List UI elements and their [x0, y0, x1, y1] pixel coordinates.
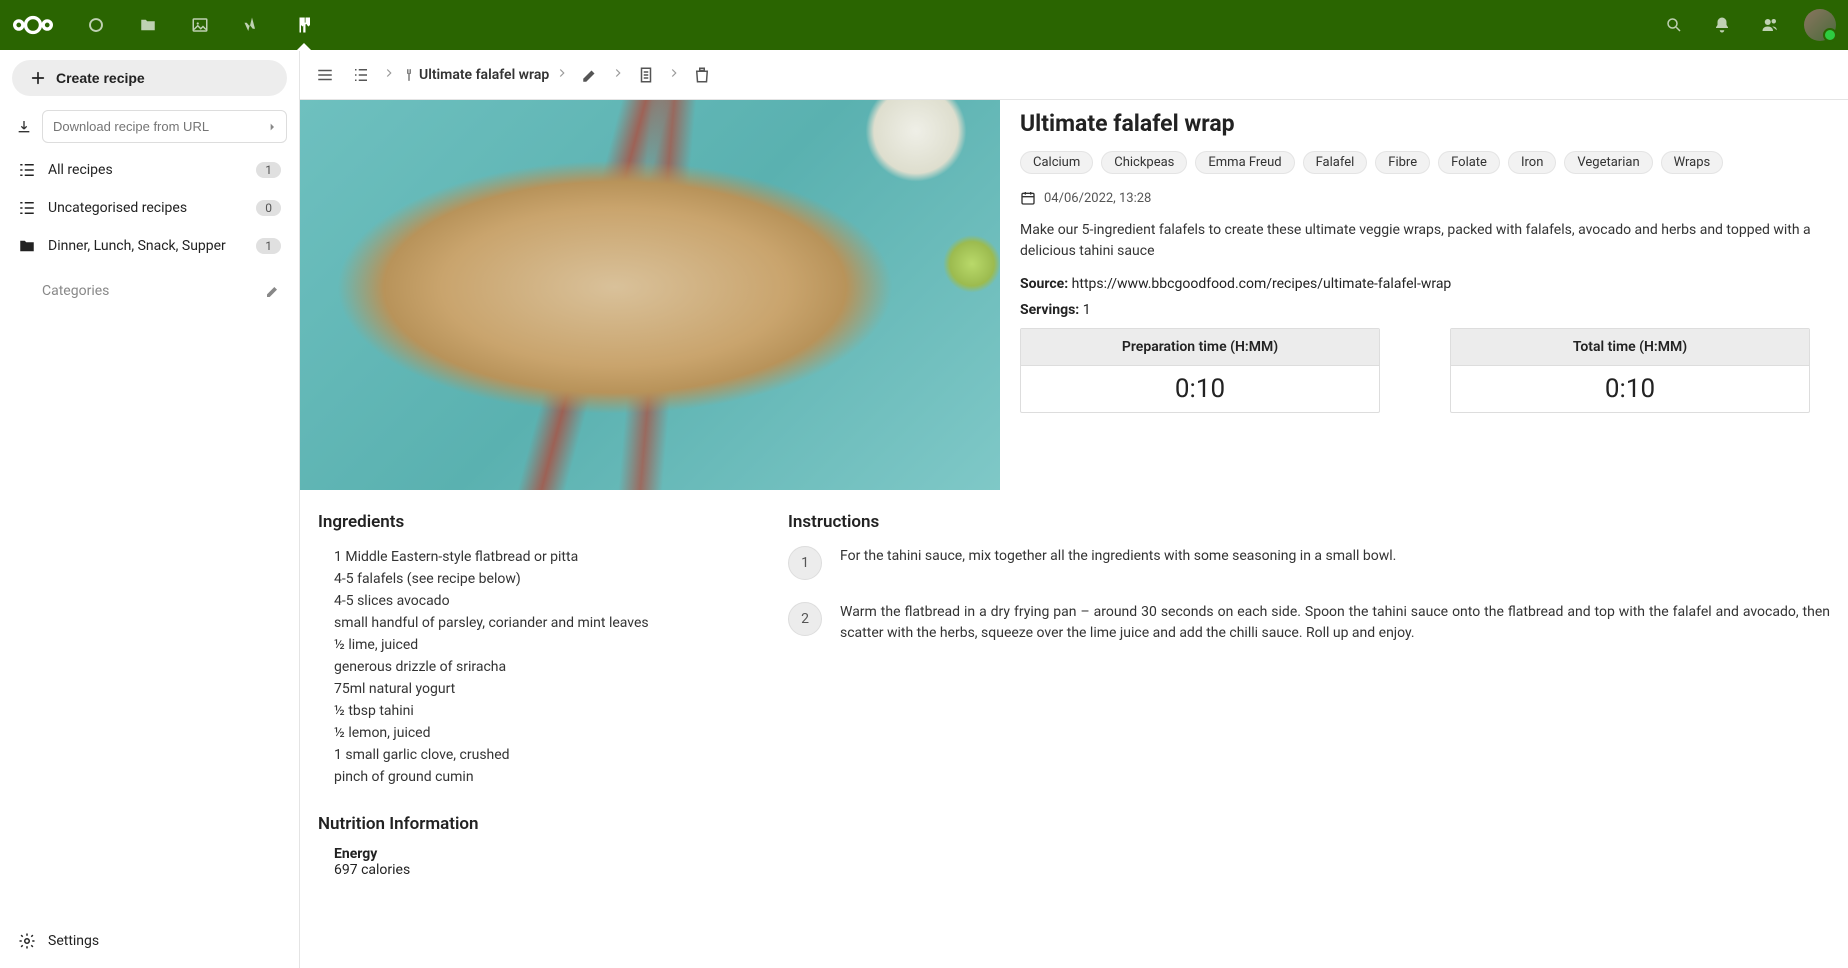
- list-icon[interactable]: [346, 60, 376, 90]
- nav-photos[interactable]: [178, 0, 222, 50]
- main-content: Ultimate falafel wrap Ultimate falafel w…: [300, 50, 1848, 968]
- nav-dashboard[interactable]: [74, 0, 118, 50]
- ingredient-item[interactable]: 1 Middle Eastern-style flatbread or pitt…: [334, 546, 758, 568]
- recipe-servings: Servings: 1: [1020, 302, 1828, 318]
- ingredients-heading: Ingredients: [318, 512, 758, 532]
- ingredient-item[interactable]: ½ lime, juiced: [334, 634, 758, 656]
- count-badge: 1: [256, 162, 281, 178]
- sidebar-category-dinner[interactable]: Dinner, Lunch, Snack, Supper 1: [8, 227, 291, 265]
- ingredient-item[interactable]: generous drizzle of sriracha: [334, 656, 758, 678]
- recipe-source: Source: https://www.bbcgoodfood.com/reci…: [1020, 276, 1828, 292]
- instructions-heading: Instructions: [788, 512, 1830, 532]
- menu-icon[interactable]: [310, 60, 340, 90]
- gear-icon: [18, 932, 36, 950]
- ingredient-item[interactable]: ½ tbsp tahini: [334, 700, 758, 722]
- settings-link[interactable]: Settings: [8, 920, 291, 962]
- ingredient-item[interactable]: 1 small garlic clove, crushed: [334, 744, 758, 766]
- nutrition-energy: Energy 697 calories: [318, 846, 758, 878]
- tag[interactable]: Calcium: [1020, 151, 1093, 174]
- recipe-date: 04/06/2022, 13:28: [1044, 191, 1151, 206]
- download-icon[interactable]: [12, 119, 36, 135]
- settings-label: Settings: [48, 933, 99, 949]
- ingredients-list: 1 Middle Eastern-style flatbread or pitt…: [318, 546, 758, 788]
- instruction-step[interactable]: 1 For the tahini sauce, mix together all …: [788, 546, 1830, 580]
- breadcrumb-title[interactable]: Ultimate falafel wrap: [402, 66, 549, 84]
- tag[interactable]: Falafel: [1303, 151, 1368, 174]
- contacts-icon[interactable]: [1750, 0, 1790, 50]
- nutrition-heading: Nutrition Information: [318, 814, 758, 834]
- count-badge: 0: [256, 200, 281, 216]
- ingredient-item[interactable]: small handful of parsley, coriander and …: [334, 612, 758, 634]
- tags-list: Calcium Chickpeas Emma Freud Falafel Fibre Fo…: [1020, 151, 1828, 174]
- nav-files[interactable]: [126, 0, 170, 50]
- prep-time-box: Preparation time (H:MM) 0:10: [1020, 328, 1380, 413]
- ingredient-item[interactable]: 75ml natural yogurt: [334, 678, 758, 700]
- sidebar-uncategorised[interactable]: Uncategorised recipes 0: [8, 189, 291, 227]
- calendar-icon: [1020, 190, 1036, 206]
- topbar: [0, 0, 1848, 50]
- tag[interactable]: Wraps: [1661, 151, 1724, 174]
- edit-categories-icon[interactable]: [265, 283, 281, 299]
- tag[interactable]: Fibre: [1375, 151, 1430, 174]
- chevron-right-icon: [555, 66, 569, 84]
- ingredient-item[interactable]: 4-5 falafels (see recipe below): [334, 568, 758, 590]
- create-recipe-button[interactable]: Create recipe: [12, 60, 287, 96]
- notifications-icon[interactable]: [1702, 0, 1742, 50]
- user-avatar[interactable]: [1804, 9, 1836, 41]
- step-text: For the tahini sauce, mix together all t…: [840, 546, 1830, 567]
- sidebar: Create recipe All recipes 1 Uncategorise…: [0, 50, 300, 968]
- chevron-right-icon: [382, 66, 396, 84]
- nav-cookbook[interactable]: [282, 0, 326, 50]
- tag[interactable]: Emma Freud: [1195, 151, 1294, 174]
- ingredient-item[interactable]: ½ lemon, juiced: [334, 722, 758, 744]
- nextcloud-logo[interactable]: [12, 13, 54, 37]
- instruction-step[interactable]: 2 Warm the flatbread in a dry frying pan …: [788, 602, 1830, 644]
- count-badge: 1: [256, 238, 281, 254]
- sidebar-item-label: Dinner, Lunch, Snack, Supper: [48, 238, 244, 254]
- step-number: 1: [788, 546, 822, 580]
- chevron-right-icon: [667, 66, 681, 84]
- tag[interactable]: Folate: [1438, 151, 1500, 174]
- tag[interactable]: Iron: [1508, 151, 1556, 174]
- tag[interactable]: Vegetarian: [1564, 151, 1652, 174]
- url-input[interactable]: [42, 110, 287, 143]
- total-time-box: Total time (H:MM) 0:10: [1450, 328, 1810, 413]
- search-icon[interactable]: [1654, 0, 1694, 50]
- ingredient-item[interactable]: pinch of ground cumin: [334, 766, 758, 788]
- print-icon[interactable]: [631, 60, 661, 90]
- step-text: Warm the flatbread in a dry frying pan –…: [840, 602, 1830, 644]
- recipe-title: Ultimate falafel wrap: [1020, 110, 1828, 137]
- chevron-right-icon: [611, 66, 625, 84]
- sidebar-all-recipes[interactable]: All recipes 1: [8, 151, 291, 189]
- ingredient-item[interactable]: 4-5 slices avocado: [334, 590, 758, 612]
- recipe-image: [300, 100, 1000, 490]
- categories-heading: Categories: [42, 283, 109, 299]
- delete-icon[interactable]: [687, 60, 717, 90]
- sidebar-item-label: Uncategorised recipes: [48, 200, 244, 216]
- recipe-description: Make our 5-ingredient falafels to create…: [1020, 220, 1828, 262]
- nav-activity[interactable]: [230, 0, 274, 50]
- step-number: 2: [788, 602, 822, 636]
- breadcrumb: Ultimate falafel wrap: [300, 50, 1848, 100]
- create-recipe-label: Create recipe: [56, 70, 145, 86]
- tag[interactable]: Chickpeas: [1101, 151, 1187, 174]
- sidebar-item-label: All recipes: [48, 162, 244, 178]
- edit-icon[interactable]: [575, 60, 605, 90]
